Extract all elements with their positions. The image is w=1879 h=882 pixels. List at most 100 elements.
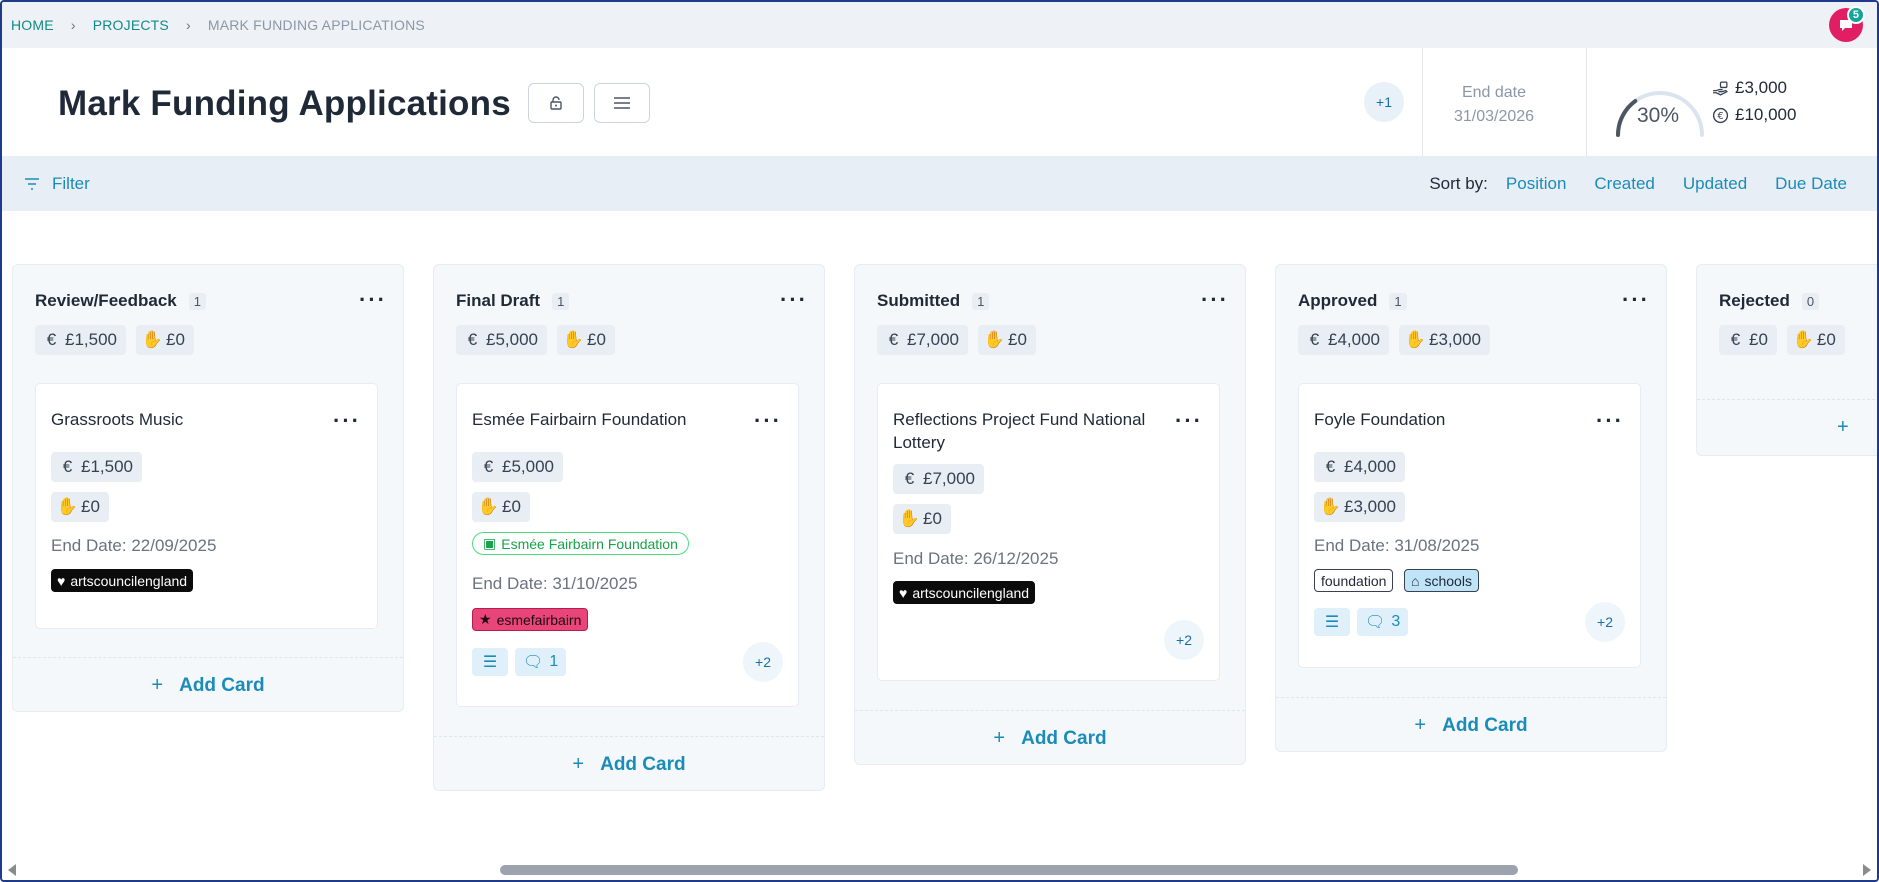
card-menu-icon[interactable]: ··· — [754, 410, 782, 432]
awarded-total-value: £0 — [166, 330, 185, 349]
requested-total: € £7,000 — [877, 325, 968, 355]
more-assignees-avatar[interactable]: +2 — [1164, 620, 1204, 660]
card-menu-icon[interactable]: ··· — [1596, 410, 1624, 432]
card-menu-icon[interactable]: ··· — [333, 410, 361, 432]
scroll-right-arrow-icon[interactable] — [1863, 864, 1871, 876]
column-count: 1 — [552, 292, 570, 310]
tag-artscouncilengland[interactable]: ♥ artscouncilengland — [893, 581, 1036, 604]
card-end-date: End Date: 22/09/2025 — [51, 536, 217, 555]
column-header: Rejected 0 — [1719, 291, 1820, 311]
more-assignees-avatar[interactable]: +2 — [1585, 602, 1625, 642]
application-card[interactable]: Reflections Project Fund National Lotter… — [877, 383, 1220, 681]
application-card[interactable]: Grassroots Music ··· € £1,500 ✋ £0 End Dat… — [35, 383, 378, 629]
hand-money-icon: ✋ — [477, 497, 500, 516]
lock-toggle-button[interactable] — [528, 83, 584, 123]
scroll-left-arrow-icon[interactable] — [8, 864, 16, 876]
add-card-button[interactable]: + Add Card — [1276, 697, 1666, 753]
card-title: Esmée Fairbairn Foundation — [472, 410, 687, 429]
tag-label: esmefairbairn — [496, 611, 582, 628]
add-card-button[interactable]: + — [1697, 399, 1877, 455]
description-button[interactable] — [594, 83, 650, 123]
add-card-label: Add Card — [600, 753, 686, 775]
more-members-avatar[interactable]: +1 — [1364, 82, 1404, 122]
card-title: Foyle Foundation — [1314, 410, 1446, 429]
unlock-icon — [550, 96, 562, 110]
coin-icon: € — [467, 330, 478, 349]
horizontal-scrollbar[interactable] — [2, 860, 1877, 880]
add-card-button[interactable]: + Add Card — [855, 710, 1245, 766]
application-card[interactable]: Foyle Foundation ··· € £4,000 ✋ £3,000 End… — [1298, 383, 1641, 668]
breadcrumb-projects[interactable]: PROJECTS — [93, 17, 169, 33]
project-end-date: End date 31/03/2026 — [1414, 81, 1574, 129]
column-review-feedback: Review/Feedback 1 ··· € £1,500 ✋ £0 Grassr… — [12, 264, 404, 712]
awarded-total: ✋ £3,000 — [1399, 325, 1490, 355]
sort-due-date[interactable]: Due Date — [1775, 174, 1847, 194]
column-final-draft: Final Draft 1 ··· € £5,000 ✋ £0 Esmée Fair… — [433, 264, 825, 791]
awarded-total: ✋ £0 — [978, 325, 1036, 355]
card-requested-value: £5,000 — [502, 457, 554, 476]
column-title: Review/Feedback — [35, 291, 177, 310]
target-amount-value: £10,000 — [1735, 105, 1797, 124]
school-icon: ⌂ — [1411, 572, 1420, 589]
sort-updated[interactable]: Updated — [1683, 174, 1747, 194]
comments-indicator[interactable]: 🗨 1 — [515, 648, 567, 676]
kanban-board: Review/Feedback 1 ··· € £1,500 ✋ £0 Grassr… — [12, 264, 1877, 854]
raised-amount: £3,000 — [1712, 78, 1787, 98]
awarded-total: ✋ £0 — [136, 325, 194, 355]
column-menu-icon[interactable]: ··· — [1622, 289, 1650, 311]
more-assignees-avatar[interactable]: +2 — [743, 642, 783, 682]
filter-icon — [25, 177, 39, 190]
breadcrumb: HOME › PROJECTS › MARK FUNDING APPLICATI… — [2, 2, 1877, 48]
tag-schools[interactable]: ⌂ schools — [1404, 569, 1479, 592]
card-requested: € £5,000 — [472, 452, 563, 482]
card-menu-icon[interactable]: ··· — [1175, 410, 1203, 432]
tag-label: foundation — [1321, 572, 1387, 589]
add-card-button[interactable]: + Add Card — [13, 657, 403, 713]
add-card-button[interactable]: + Add Card — [434, 736, 824, 792]
sort-created[interactable]: Created — [1594, 174, 1654, 194]
contact-card-icon: ▣ — [483, 535, 497, 551]
sort-options: Sort by: Position Created Updated Due Da… — [1429, 174, 1847, 194]
coin-icon: € — [46, 330, 57, 349]
plus-icon: + — [151, 674, 164, 696]
comments-indicator[interactable]: 🗨 3 — [1357, 608, 1409, 636]
filter-button[interactable]: Filter — [24, 174, 90, 194]
notifications-button[interactable]: 5 — [1829, 6, 1865, 42]
hand-money-icon: ✋ — [56, 497, 79, 516]
heart-icon: ♥ — [57, 572, 66, 589]
tag-foundation[interactable]: foundation — [1314, 569, 1394, 592]
column-menu-icon[interactable]: ··· — [359, 289, 387, 311]
application-card[interactable]: Esmée Fairbairn Foundation ··· € £5,000 ✋… — [456, 383, 799, 707]
requested-total-value: £4,000 — [1328, 330, 1380, 349]
target-amount: € £10,000 — [1712, 105, 1796, 125]
awarded-total-value: £0 — [1816, 330, 1836, 349]
sort-position[interactable]: Position — [1506, 174, 1566, 194]
card-requested: € £4,000 — [1314, 452, 1405, 482]
funder-label: Esmée Fairbairn Foundation — [501, 535, 678, 552]
scrollbar-thumb[interactable] — [500, 865, 1518, 875]
coin-icon: € — [483, 457, 494, 476]
column-header: Submitted 1 — [877, 291, 990, 311]
project-header: Mark Funding Applications +1 End date 31… — [2, 48, 1877, 156]
tag-esmefairbairn[interactable]: ★ esmefairbairn — [472, 608, 589, 631]
breadcrumb-separator-icon: › — [70, 17, 76, 33]
column-count: 1 — [188, 292, 206, 310]
awarded-total: ✋ £0 — [557, 325, 615, 355]
header-divider — [1586, 48, 1587, 156]
description-indicator[interactable]: ☰ — [472, 648, 508, 676]
requested-total: € £4,000 — [1298, 325, 1389, 355]
funder-badge[interactable]: ▣ Esmée Fairbairn Foundation — [472, 532, 689, 555]
tag-artscouncilengland[interactable]: ♥ artscouncilengland — [51, 569, 194, 592]
column-menu-icon[interactable]: ··· — [1201, 289, 1229, 311]
comments-count: 1 — [549, 653, 559, 670]
awarded-total: ✋ £0 — [1786, 325, 1845, 355]
column-menu-icon[interactable]: ··· — [780, 289, 808, 311]
coin-icon: € — [904, 469, 915, 488]
raised-amount-value: £3,000 — [1735, 78, 1787, 97]
description-indicator[interactable]: ☰ — [1314, 608, 1350, 636]
awarded-total-value: £0 — [587, 330, 606, 349]
card-awarded: ✋ £0 — [51, 492, 109, 522]
breadcrumb-home[interactable]: HOME — [11, 17, 54, 33]
card-requested: € £1,500 — [51, 452, 142, 482]
comment-icon: 🗨 — [1365, 614, 1386, 631]
